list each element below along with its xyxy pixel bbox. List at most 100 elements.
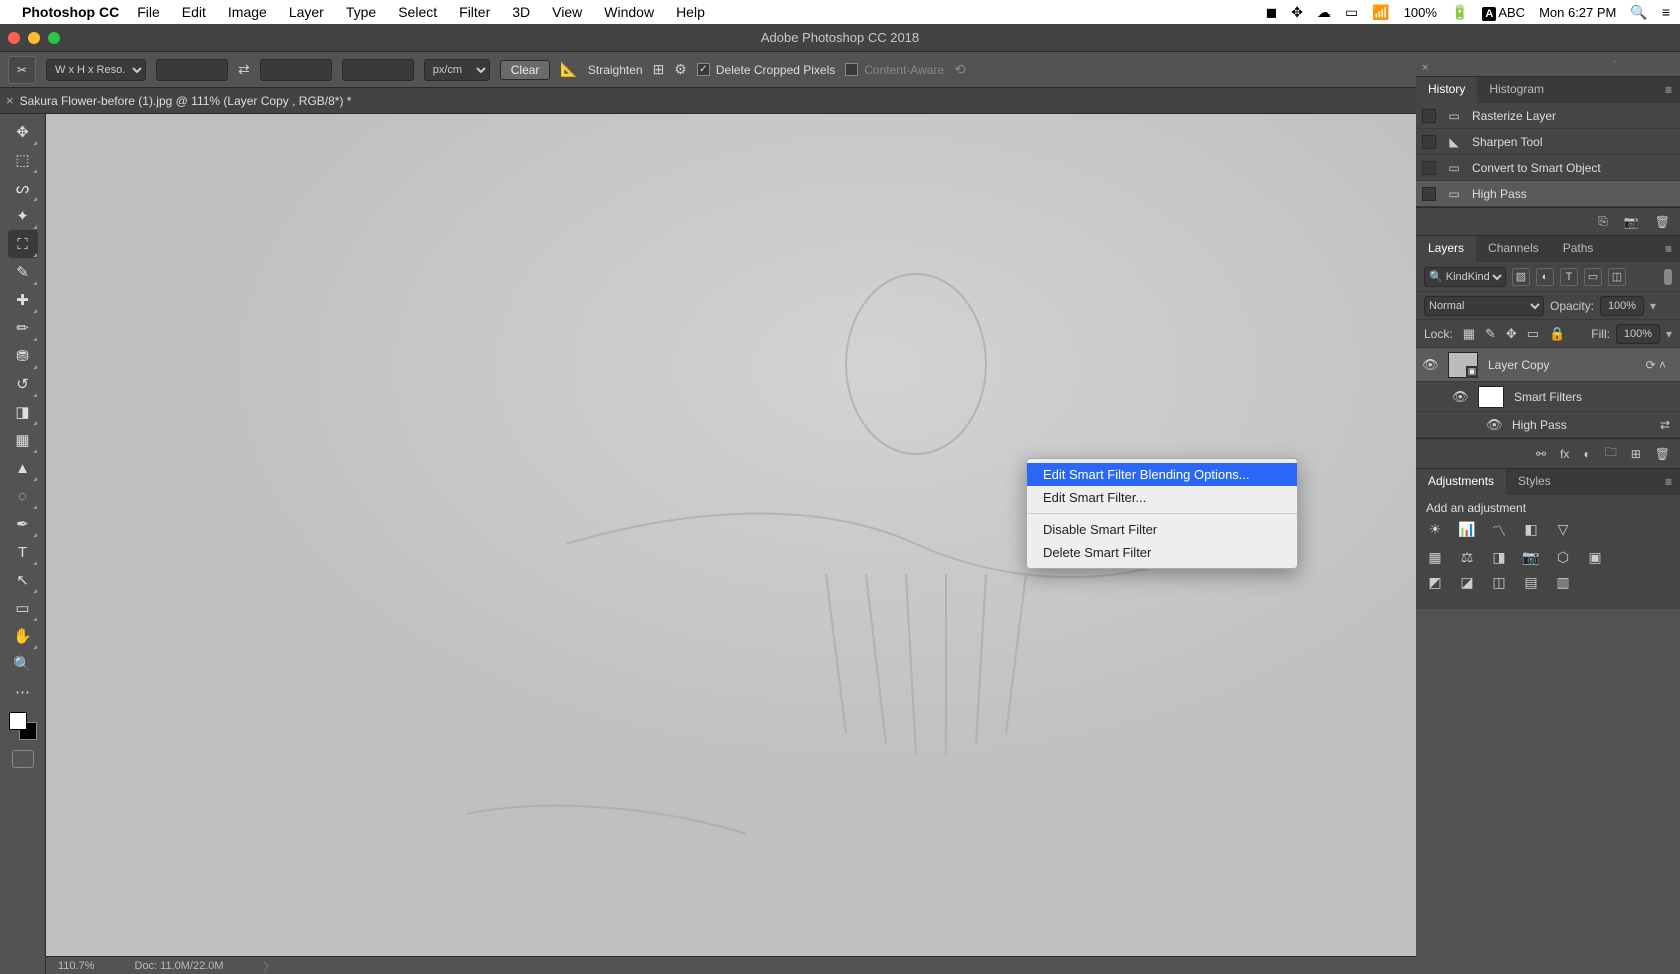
photo-filter-icon[interactable]: 📷 [1522, 549, 1540, 566]
new-doc-from-state-icon[interactable]: ⎘ [1598, 214, 1608, 229]
tab-histogram[interactable]: Histogram [1477, 77, 1556, 103]
blur-tool[interactable]: ▲ [8, 454, 38, 482]
smart-filters-row[interactable]: 👁 Smart Filters [1416, 382, 1680, 412]
width-input[interactable] [156, 59, 228, 81]
gradient-map-icon[interactable]: ▤ [1522, 574, 1540, 591]
filter-toggle[interactable] [1664, 269, 1672, 285]
tab-adjustments[interactable]: Adjustments [1416, 469, 1506, 495]
exposure-icon[interactable]: ◧ [1522, 521, 1540, 541]
color-balance-icon[interactable]: ⚖ [1458, 549, 1476, 566]
marquee-tool[interactable]: ⬚ [8, 146, 38, 174]
new-layer-icon[interactable]: ⊞ [1631, 447, 1641, 461]
tab-history[interactable]: History [1416, 77, 1477, 103]
layer-link-icon[interactable]: ⟳ ˄ [1646, 358, 1674, 372]
crop-options-icon[interactable]: ⚙ [674, 61, 687, 78]
reset-icon[interactable]: ⟲ [954, 61, 966, 78]
lock-position-icon[interactable]: ✥ [1506, 326, 1517, 342]
tab-layers[interactable]: Layers [1416, 236, 1476, 262]
delete-cropped-checkbox[interactable]: Delete Cropped Pixels [697, 63, 835, 77]
opacity-value[interactable]: 100% [1600, 296, 1644, 316]
menu-layer[interactable]: Layer [289, 4, 324, 20]
zoom-tool[interactable]: 🔍 [8, 650, 38, 678]
eraser-tool[interactable]: ◨ [8, 398, 38, 426]
layer-row[interactable]: 👁 ▣ Layer Copy ⟳ ˄ [1416, 348, 1680, 382]
overlay-options-icon[interactable]: ⊞ [653, 61, 665, 78]
color-swatches[interactable] [9, 712, 37, 740]
input-source-badge[interactable]: A [1482, 7, 1496, 21]
history-panel-menu-icon[interactable]: ≡ [1657, 77, 1680, 103]
adjustments-panel-menu-icon[interactable]: ≡ [1657, 469, 1680, 495]
aspect-ratio-select[interactable]: W x H x Reso... [46, 59, 146, 81]
hand-tool[interactable]: ✋ [8, 622, 38, 650]
battery-text[interactable]: 100% [1404, 5, 1437, 20]
layer-filter-kind[interactable]: 🔍 KindKind [1424, 267, 1506, 287]
tab-channels[interactable]: Channels [1476, 236, 1551, 262]
selective-color-icon[interactable]: ▥ [1554, 574, 1572, 591]
menu-edit[interactable]: Edit [182, 4, 206, 20]
chevron-down-icon[interactable]: ▾ [1666, 327, 1672, 341]
history-item[interactable]: ◣Sharpen Tool [1416, 129, 1680, 155]
gradient-tool[interactable]: ▦ [8, 426, 38, 454]
crop-tool[interactable]: ⛶ [8, 230, 38, 258]
new-group-icon[interactable]: 🗀 [1605, 443, 1617, 464]
clock[interactable]: Mon 6:27 PM [1539, 5, 1616, 20]
ctx-edit-blending[interactable]: Edit Smart Filter Blending Options... [1027, 463, 1297, 486]
filter-shape-icon[interactable]: ▭ [1584, 268, 1602, 286]
blend-mode-select[interactable]: Normal [1424, 296, 1544, 316]
brightness-icon[interactable]: ☀ [1426, 521, 1444, 541]
content-aware-checkbox[interactable]: Content-Aware [845, 63, 944, 77]
crop-tool-icon[interactable]: ✂ [8, 56, 36, 84]
clear-button[interactable]: Clear [500, 60, 551, 80]
history-item[interactable]: ▭Convert to Smart Object [1416, 155, 1680, 181]
healing-brush-tool[interactable]: ✚ [8, 286, 38, 314]
fill-value[interactable]: 100% [1616, 324, 1660, 344]
hue-sat-icon[interactable]: ▦ [1426, 549, 1444, 566]
shape-tool[interactable]: ▭ [8, 594, 38, 622]
straighten-icon[interactable]: 📐 [560, 61, 577, 78]
ctx-delete-smart-filter[interactable]: Delete Smart Filter [1027, 541, 1297, 564]
menu-3d[interactable]: 3D [512, 4, 530, 20]
window-minimize-button[interactable] [28, 32, 40, 44]
tab-close-icon[interactable]: × [6, 93, 14, 108]
history-item[interactable]: ▭Rasterize Layer [1416, 103, 1680, 129]
status-arrow-icon[interactable]: 〉 [264, 958, 275, 974]
channel-mixer-icon[interactable]: ⬡ [1554, 549, 1572, 566]
vibrance-icon[interactable]: ▽ [1554, 521, 1572, 541]
units-select[interactable]: px/cm [424, 59, 490, 81]
ctx-disable-smart-filter[interactable]: Disable Smart Filter [1027, 518, 1297, 541]
lock-artboard-icon[interactable]: ▭ [1527, 326, 1539, 342]
move-tool[interactable]: ✥ [8, 118, 38, 146]
levels-icon[interactable]: 📊 [1458, 521, 1476, 541]
app-name[interactable]: Photoshop CC [22, 4, 119, 20]
trash-icon[interactable]: 🗑 [1655, 447, 1670, 461]
lasso-tool[interactable]: ᔕ [8, 174, 38, 202]
chevron-down-icon[interactable]: ▾ [1650, 299, 1656, 313]
doc-size[interactable]: Doc: 11.0M/22.0M [135, 960, 224, 972]
menu-file[interactable]: File [137, 4, 160, 20]
path-select-tool[interactable]: ↖ [8, 566, 38, 594]
quick-mask-toggle[interactable] [12, 750, 34, 768]
lock-paint-icon[interactable]: ✎ [1485, 326, 1496, 342]
history-brush-tool[interactable]: ↺ [8, 370, 38, 398]
menu-help[interactable]: Help [676, 4, 705, 20]
filter-type-icon[interactable]: T [1560, 268, 1578, 286]
input-source[interactable]: ABC [1498, 5, 1525, 20]
threshold-icon[interactable]: ◫ [1490, 574, 1508, 591]
filter-pixel-icon[interactable]: ▧ [1512, 268, 1530, 286]
filter-blend-options-icon[interactable]: ⇄ [1660, 418, 1680, 432]
airplay-icon[interactable]: ▭ [1345, 4, 1358, 21]
visibility-icon[interactable]: 👁 [1452, 389, 1468, 405]
menu-window[interactable]: Window [604, 4, 654, 20]
link-layers-icon[interactable]: ⚯ [1536, 447, 1546, 461]
brush-tool[interactable]: ✏ [8, 314, 38, 342]
tab-styles[interactable]: Styles [1506, 469, 1563, 495]
lock-all-icon[interactable]: 🔒 [1549, 326, 1565, 342]
layer-thumbnail[interactable]: ▣ [1448, 352, 1478, 378]
curves-icon[interactable]: 〽 [1490, 521, 1508, 541]
spotlight-icon[interactable]: 🔍 [1630, 4, 1647, 21]
color-lookup-icon[interactable]: ▣ [1586, 549, 1604, 566]
resolution-input[interactable] [342, 59, 414, 81]
layers-panel-menu-icon[interactable]: ≡ [1657, 236, 1680, 262]
posterize-icon[interactable]: ◪ [1458, 574, 1476, 591]
panel-close-icon[interactable]: × [1416, 62, 1680, 76]
